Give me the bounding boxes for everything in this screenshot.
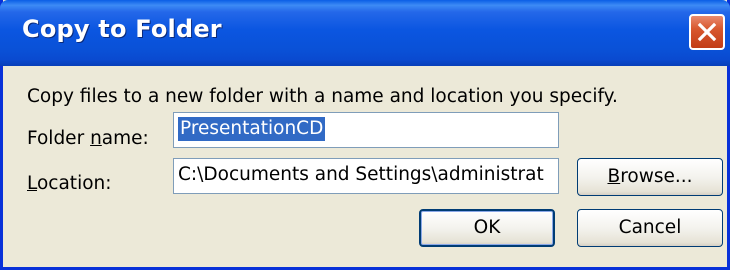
copy-to-folder-dialog: Copy to Folder Copy files to a new folde…	[0, 0, 730, 270]
folder-name-label: Folder name:	[27, 128, 149, 149]
dialog-content: Copy files to a new folder with a name a…	[3, 66, 727, 267]
location-value: C:\Documents and Settings\administrat	[178, 164, 544, 185]
cancel-button[interactable]: Cancel	[577, 209, 723, 247]
dialog-title: Copy to Folder	[22, 15, 222, 43]
close-icon	[697, 22, 717, 42]
location-field[interactable]: C:\Documents and Settings\administrat	[173, 158, 559, 194]
title-bar[interactable]: Copy to Folder	[0, 0, 730, 66]
ok-button[interactable]: OK	[419, 209, 555, 247]
browse-button[interactable]: Browse...	[577, 158, 723, 196]
folder-name-value: PresentationCD	[178, 117, 326, 141]
description-text: Copy files to a new folder with a name a…	[27, 86, 618, 107]
folder-name-field[interactable]: PresentationCD	[173, 112, 559, 148]
close-button[interactable]	[689, 14, 725, 50]
location-label: Location:	[27, 173, 112, 194]
